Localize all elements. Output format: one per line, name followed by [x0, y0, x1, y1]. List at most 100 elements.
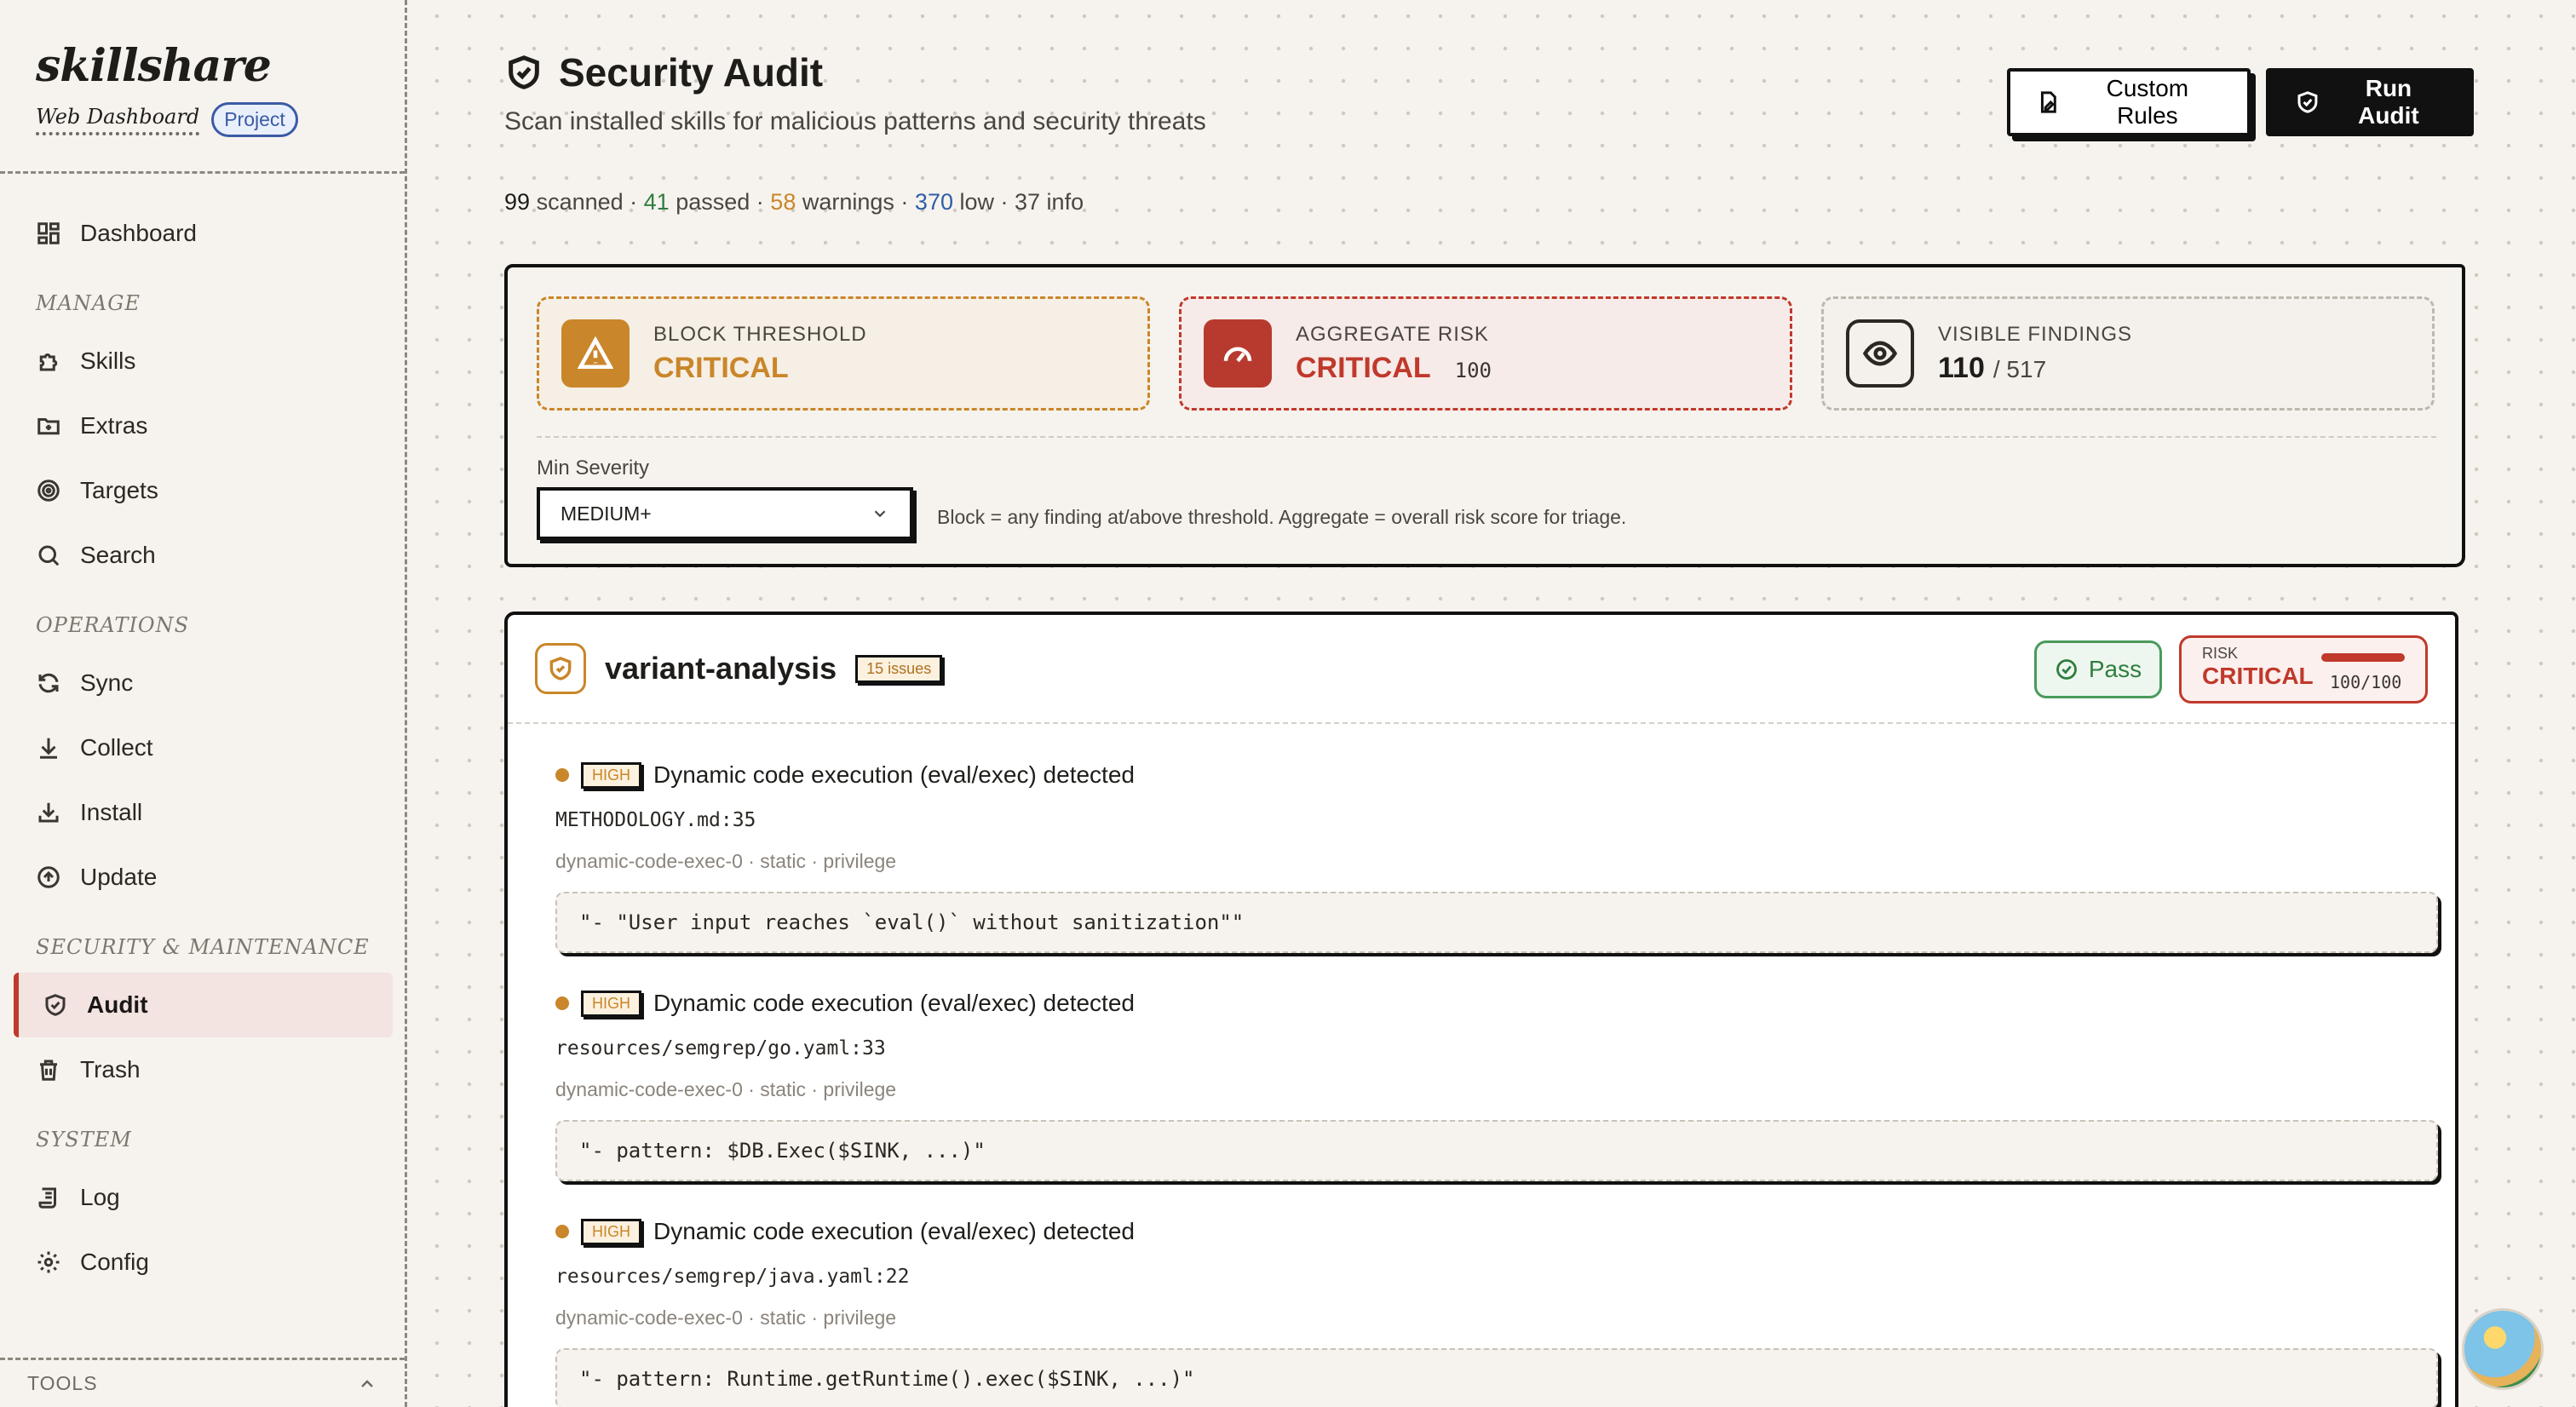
finding-meta: dynamic-code-exec-0 · static · privilege — [555, 850, 897, 872]
brand-logo[interactable]: skillshare — [36, 41, 405, 92]
page-subtitle: Scan installed skills for malicious patt… — [504, 107, 1206, 135]
sidebar: skillshare Web Dashboard Project Dashboa… — [0, 0, 407, 1407]
sidebar-item-targets[interactable]: Targets — [0, 458, 405, 523]
sidebar-item-config[interactable]: Config — [0, 1230, 405, 1295]
finding-file[interactable]: resources/semgrep/go.yaml:33 — [555, 1037, 2438, 1060]
sidebar-item-label: Targets — [80, 477, 158, 503]
finding-meta: dynamic-code-exec-0 · static · privilege — [555, 1306, 897, 1329]
custom-rules-button[interactable]: Custom Rules — [2007, 68, 2251, 136]
sidebar-item-label: Config — [80, 1249, 149, 1275]
severity-dot — [555, 768, 569, 782]
finding-code: "- "User input reaches `eval()` without … — [555, 892, 2438, 953]
refresh-icon — [38, 673, 59, 693]
skill-header[interactable]: variant-analysis 15 issues — [508, 615, 2455, 724]
aggregate-risk-card: AGGREGATE RISK CRITICAL 100 — [1179, 296, 1792, 411]
puzzle-icon — [39, 353, 58, 371]
brand-subtitle: Web Dashboard — [36, 105, 200, 135]
visible-findings-total: / 517 — [1992, 355, 2047, 382]
stat-passed-count: 41 — [643, 189, 670, 215]
finding-meta: dynamic-code-exec-0 · static · privilege — [555, 1078, 897, 1100]
min-severity-select[interactable]: MEDIUM+ — [537, 487, 913, 540]
skill-risk-score: 100/100 — [2330, 672, 2402, 692]
shield-check-icon — [45, 994, 66, 1016]
block-threshold-value: CRITICAL — [653, 351, 789, 384]
custom-rules-label: Custom Rules — [2106, 75, 2189, 129]
visible-findings-card: VISIBLE FINDINGS 110 / 517 — [1821, 296, 2435, 411]
issues-badge: 15 issues — [855, 654, 943, 683]
folder-plus-icon — [37, 418, 60, 435]
chevron-up-icon — [361, 1379, 373, 1387]
sidebar-item-dashboard[interactable]: Dashboard — [0, 201, 405, 266]
divider — [537, 436, 2436, 438]
skill-name: variant-analysis — [605, 651, 837, 686]
min-severity-value: MEDIUM+ — [561, 502, 652, 525]
block-threshold-card: BLOCK THRESHOLD CRITICAL — [537, 296, 1150, 411]
severity-dot — [555, 1225, 569, 1238]
sidebar-item-install[interactable]: Install — [0, 780, 405, 845]
sidebar-item-label: Trash — [80, 1056, 141, 1083]
audit-summary: BLOCK THRESHOLD CRITICAL AGGREGATE RISK … — [504, 264, 2465, 567]
finding-title: Dynamic code execution (eval/exec) detec… — [653, 761, 1135, 788]
finding-file[interactable]: METHODOLOGY.md:35 — [555, 809, 2438, 831]
finding-item: HIGH Dynamic code execution (eval/exec) … — [555, 990, 2438, 1181]
tools-toggle[interactable]: TOOLS — [0, 1358, 405, 1407]
sidebar-item-audit[interactable]: Audit — [14, 973, 393, 1037]
audit-stats: 99 scanned · 41 passed · 58 warnings · 3… — [504, 189, 1084, 215]
aggregate-risk-value: CRITICAL — [1296, 351, 1431, 384]
min-severity-label: Min Severity — [537, 457, 650, 480]
nav-section-security: SECURITY & MAINTENANCE — [36, 935, 370, 959]
severity-badge: HIGH — [581, 1218, 641, 1245]
finding-item: HIGH Dynamic code execution (eval/exec) … — [555, 761, 2438, 953]
nav-section-system: SYSTEM — [36, 1128, 132, 1151]
visible-findings-count: 110 — [1938, 351, 1985, 384]
chevron-down-icon — [874, 510, 886, 518]
tools-label: TOOLS — [27, 1372, 98, 1394]
trash-icon — [40, 1060, 57, 1081]
skill-panel: variant-analysis 15 issues Pass RISK CRI… — [504, 612, 2458, 1407]
stat-warnings-label: warnings — [802, 189, 894, 215]
assistant-avatar-button[interactable] — [2462, 1308, 2544, 1390]
finding-title: Dynamic code execution (eval/exec) detec… — [653, 990, 1135, 1016]
shield-check-icon — [2297, 91, 2318, 113]
sidebar-item-update[interactable]: Update — [0, 845, 405, 910]
stat-low-count: 370 — [914, 189, 953, 215]
check-circle-icon — [2056, 659, 2077, 680]
sidebar-item-trash[interactable]: Trash — [0, 1037, 405, 1102]
pass-badge: Pass — [2034, 640, 2162, 698]
finding-code: "- pattern: Runtime.getRuntime().exec($S… — [555, 1348, 2438, 1407]
sidebar-item-label: Sync — [80, 669, 134, 696]
finding-item: HIGH Dynamic code execution (eval/exec) … — [555, 1218, 2438, 1407]
sidebar-nav: Dashboard MANAGE Skills Extras Targets S… — [0, 174, 405, 1295]
gear-icon — [37, 1251, 60, 1273]
download-icon — [40, 738, 57, 759]
severity-badge: HIGH — [581, 761, 641, 789]
sidebar-item-sync[interactable]: Sync — [0, 651, 405, 715]
sidebar-item-skills[interactable]: Skills — [0, 329, 405, 393]
nav-section-manage: MANAGE — [36, 291, 141, 315]
aggregate-risk-score: 100 — [1454, 358, 1492, 382]
sidebar-item-label: Collect — [80, 734, 153, 761]
visible-findings-label: VISIBLE FINDINGS — [1938, 322, 2133, 346]
dashboard-icon — [37, 222, 60, 244]
scroll-icon — [38, 1187, 56, 1209]
shield-check-icon — [509, 55, 539, 89]
eye-icon — [1846, 319, 1914, 388]
sidebar-item-search[interactable]: Search — [0, 523, 405, 588]
main-content: Security Audit Scan installed skills for… — [407, 0, 2576, 1407]
run-audit-button[interactable]: Run Audit — [2266, 68, 2474, 136]
finding-file[interactable]: resources/semgrep/java.yaml:22 — [555, 1266, 2438, 1288]
stat-info: 37 info — [1015, 189, 1084, 215]
install-icon — [38, 802, 59, 823]
sidebar-item-extras[interactable]: Extras — [0, 393, 405, 458]
search-icon — [38, 545, 60, 566]
run-audit-label: Run Audit — [2358, 75, 2419, 129]
stat-scanned-label: scanned — [536, 189, 624, 215]
page-header: Security Audit Scan installed skills for… — [504, 49, 1206, 136]
nav-section-operations: OPERATIONS — [36, 613, 190, 637]
sidebar-item-log[interactable]: Log — [0, 1165, 405, 1230]
project-badge: Project — [211, 102, 298, 137]
sidebar-item-label: Search — [80, 542, 156, 568]
target-icon — [37, 480, 60, 502]
file-edit-icon — [2040, 91, 2056, 113]
sidebar-item-collect[interactable]: Collect — [0, 715, 405, 780]
